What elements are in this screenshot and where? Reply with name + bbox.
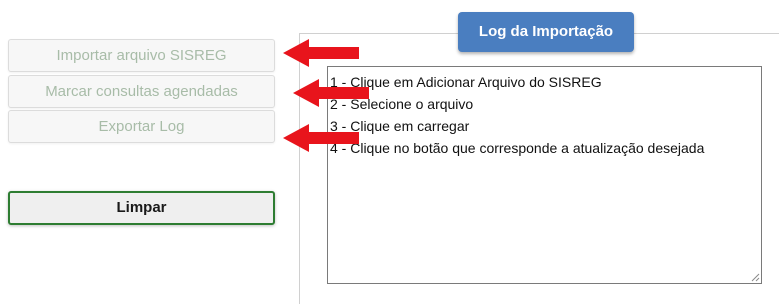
resize-grip-icon[interactable] xyxy=(750,272,760,282)
import-sisreg-button[interactable]: Importar arquivo SISREG xyxy=(8,39,275,72)
red-arrow-icon xyxy=(283,124,359,152)
red-arrow-icon xyxy=(293,79,369,107)
export-log-button[interactable]: Exportar Log xyxy=(8,110,275,143)
log-textarea[interactable]: 1 - Clique em Adicionar Arquivo do SISRE… xyxy=(327,66,762,284)
clear-button[interactable]: Limpar xyxy=(8,191,275,225)
mark-appointments-button[interactable]: Marcar consultas agendadas xyxy=(8,75,275,108)
log-line: 3 - Clique em carregar xyxy=(330,118,470,134)
log-line: 2 - Selecione o arquivo xyxy=(330,96,474,112)
log-legend: Log da Importação xyxy=(458,12,634,52)
log-line: 1 - Clique em Adicionar Arquivo do SISRE… xyxy=(330,74,602,90)
red-arrow-icon xyxy=(283,39,359,67)
log-line: 4 - Clique no botão que corresponde a at… xyxy=(330,140,705,156)
